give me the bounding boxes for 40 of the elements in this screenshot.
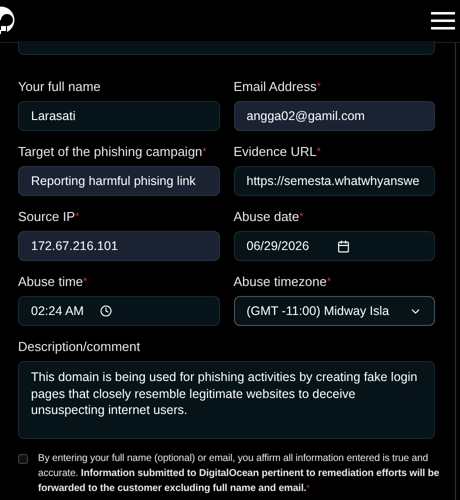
field-label: Source IP bbox=[18, 209, 76, 225]
input-field[interactable]: angga02@gamil.com bbox=[234, 101, 435, 131]
field-value: 02:24 AM bbox=[31, 302, 84, 320]
input-field[interactable] bbox=[18, 41, 435, 55]
field-value: angga02@gamil.com bbox=[246, 108, 365, 125]
required-mark: * bbox=[202, 145, 207, 160]
description-text: This domain is being used for phishing activities by creating fake login pages that closely resemble legitimate websites to deceive unsuspecting internet users. bbox=[31, 369, 418, 418]
field-value: (GMT -11:00) Midway Isla bbox=[246, 302, 390, 320]
clock-icon[interactable] bbox=[100, 305, 112, 317]
required-mark: * bbox=[299, 210, 304, 225]
description-textarea[interactable]: This domain is being used for phishing activities by creating fake login pages that closely resemble legitimate websites to deceive unsuspecting internet users. bbox=[18, 361, 435, 439]
field-value: 172.67.216.101 bbox=[31, 238, 118, 255]
field-label: Evidence URL bbox=[234, 144, 317, 160]
required-mark: * bbox=[316, 145, 321, 160]
menu-icon[interactable] bbox=[431, 12, 455, 30]
input-field[interactable]: Reporting harmful phising link bbox=[18, 166, 220, 196]
field-value: Reporting harmful phising link bbox=[31, 172, 196, 190]
input-field[interactable]: Larasati bbox=[18, 101, 220, 131]
field-label: Your full name bbox=[18, 79, 101, 95]
field-label: Description/comment bbox=[18, 339, 142, 355]
input-field[interactable]: 172.67.216.101 bbox=[18, 231, 220, 261]
required-mark: * bbox=[326, 275, 332, 290]
field-value: https://semesta.whatwhyanswe bbox=[246, 172, 420, 190]
field-label: Abuse timezone bbox=[234, 274, 327, 290]
field-label: Target of the phishing campaign bbox=[18, 144, 202, 160]
required-mark: * bbox=[83, 275, 88, 290]
date-field[interactable]: 06/29/2026 bbox=[234, 231, 435, 261]
field-label: Abuse time bbox=[18, 274, 84, 290]
timezone-select[interactable]: (GMT -11:00) Midway Isla bbox=[234, 296, 435, 326]
field-label: Email Address bbox=[234, 79, 317, 95]
field-label: Abuse date bbox=[234, 209, 300, 225]
field-value: Larasati bbox=[31, 108, 76, 125]
required-mark: * bbox=[316, 80, 321, 95]
required-mark: * bbox=[75, 210, 80, 225]
input-field[interactable]: https://semesta.whatwhyanswe bbox=[234, 166, 435, 196]
consent-text: By entering your full name (optional) or email, you affirm all information entered is true and accurate. Information submitted to DigitalOcean pertinent to remediation efforts will be forwarded to the customer excluding full name and email.* bbox=[38, 452, 440, 496]
calendar-icon[interactable] bbox=[337, 240, 350, 252]
time-field[interactable]: 02:24 AM bbox=[18, 296, 220, 326]
field-value: 06/29/2026 bbox=[246, 238, 310, 255]
consent-checkbox[interactable] bbox=[18, 454, 28, 464]
